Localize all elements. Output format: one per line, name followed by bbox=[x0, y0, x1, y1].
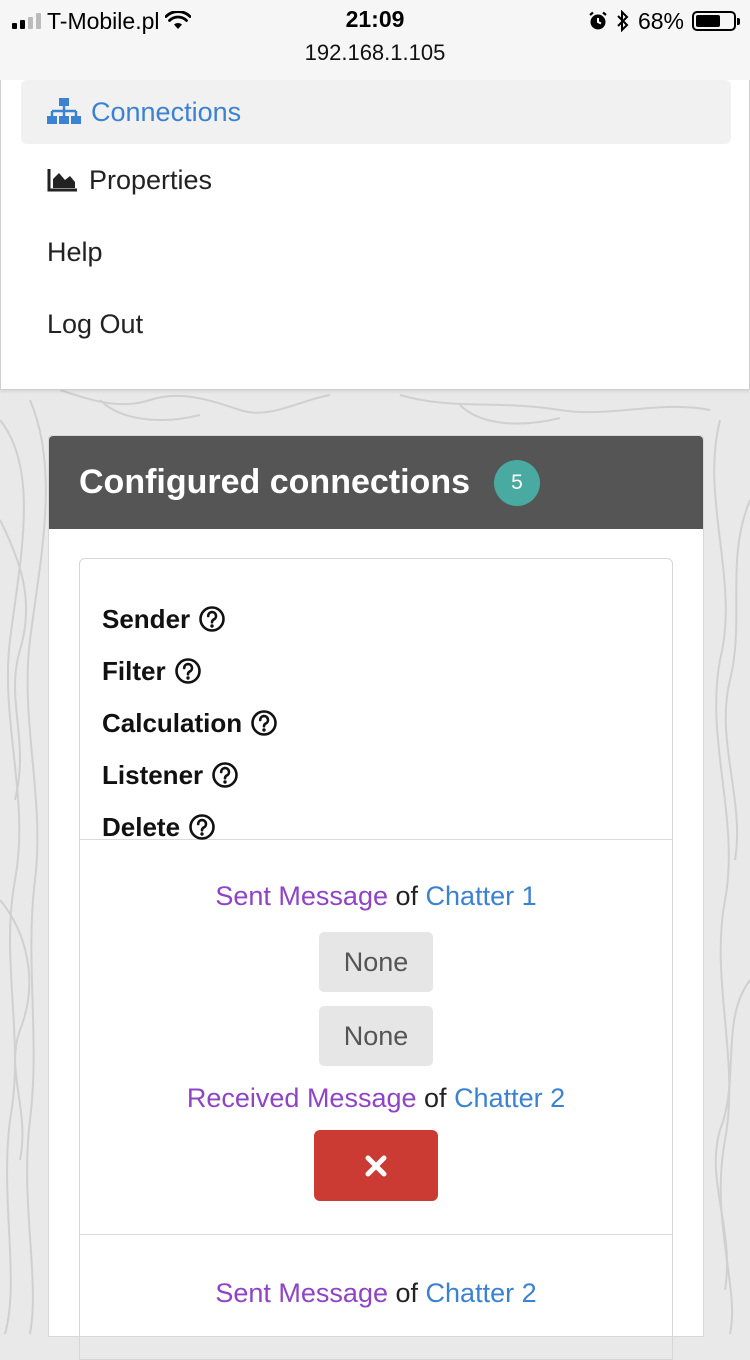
nav-item-connections[interactable]: Connections bbox=[21, 80, 731, 144]
nav-item-help[interactable]: Help bbox=[21, 220, 731, 284]
nav-item-label: Connections bbox=[91, 96, 242, 127]
panel-header: Configured connections 5 bbox=[49, 436, 703, 529]
of-text: of bbox=[424, 1083, 447, 1113]
nav-item-label: Properties bbox=[89, 164, 213, 195]
connections-panel: Configured connections 5 Sender Filter C… bbox=[48, 435, 704, 1360]
legend-label: Listener bbox=[102, 759, 204, 790]
listener-name-link[interactable]: Chatter 2 bbox=[454, 1083, 565, 1113]
connection-row: Sent Message of Chatter 2 bbox=[80, 1235, 672, 1311]
connection-row: Sent Message of Chatter 1 None None Rece… bbox=[80, 840, 672, 1235]
listener-event-link[interactable]: Received Message bbox=[187, 1083, 417, 1113]
panel-title: Configured connections bbox=[79, 463, 470, 501]
sender-line: Sent Message of Chatter 2 bbox=[80, 1275, 672, 1311]
column-legend: Sender Filter Calculation Listener Delet… bbox=[80, 559, 672, 842]
sender-event-link[interactable]: Sent Message bbox=[215, 1278, 388, 1308]
nav-menu: Connections Properties Help Log Out bbox=[0, 80, 750, 390]
bluetooth-icon bbox=[617, 10, 629, 32]
calculation-button[interactable]: None bbox=[319, 1006, 433, 1066]
area-chart-icon bbox=[47, 169, 77, 192]
legend-label: Calculation bbox=[102, 707, 243, 738]
legend-label: Sender bbox=[102, 603, 191, 634]
filter-button[interactable]: None bbox=[319, 932, 433, 992]
status-bar: T-Mobile.pl 21:09 192.168.1.105 68% bbox=[0, 0, 750, 81]
legend-label: Delete bbox=[102, 811, 181, 842]
alarm-icon bbox=[589, 11, 607, 30]
sender-event-link[interactable]: Sent Message bbox=[215, 881, 388, 911]
sender-name-link[interactable]: Chatter 1 bbox=[426, 881, 537, 911]
sender-name-link[interactable]: Chatter 2 bbox=[426, 1278, 537, 1308]
help-circle-icon[interactable] bbox=[188, 813, 216, 841]
delete-connection-button[interactable] bbox=[314, 1130, 438, 1201]
battery-percent: 68% bbox=[637, 7, 684, 34]
of-text: of bbox=[395, 881, 419, 911]
address-bar-url[interactable]: 192.168.1.105 bbox=[0, 40, 750, 66]
nav-item-log-out[interactable]: Log Out bbox=[21, 292, 731, 356]
legend-listener: Listener bbox=[102, 749, 672, 801]
nav-item-label: Help bbox=[47, 236, 103, 267]
battery-icon bbox=[692, 11, 740, 31]
of-text: of bbox=[395, 1278, 419, 1308]
legend-sender: Sender bbox=[102, 593, 672, 645]
help-circle-icon[interactable] bbox=[174, 657, 202, 685]
nav-item-label: Log Out bbox=[47, 308, 144, 339]
listener-line: Received Message of Chatter 2 bbox=[80, 1080, 672, 1116]
sender-line: Sent Message of Chatter 1 bbox=[80, 878, 672, 914]
nav-item-properties[interactable]: Properties bbox=[21, 148, 731, 212]
help-circle-icon[interactable] bbox=[211, 761, 239, 789]
legend-label: Filter bbox=[102, 655, 166, 686]
help-circle-icon[interactable] bbox=[198, 605, 226, 633]
help-circle-icon[interactable] bbox=[250, 709, 278, 737]
sitemap-icon bbox=[47, 98, 81, 124]
battery-level bbox=[696, 15, 721, 27]
legend-calculation: Calculation bbox=[102, 697, 672, 749]
close-icon bbox=[365, 1155, 387, 1176]
connections-table: Sender Filter Calculation Listener Delet… bbox=[79, 558, 673, 1360]
status-right-group: 68% bbox=[588, 6, 740, 36]
legend-filter: Filter bbox=[102, 645, 672, 697]
connection-count-badge: 5 bbox=[494, 459, 540, 506]
